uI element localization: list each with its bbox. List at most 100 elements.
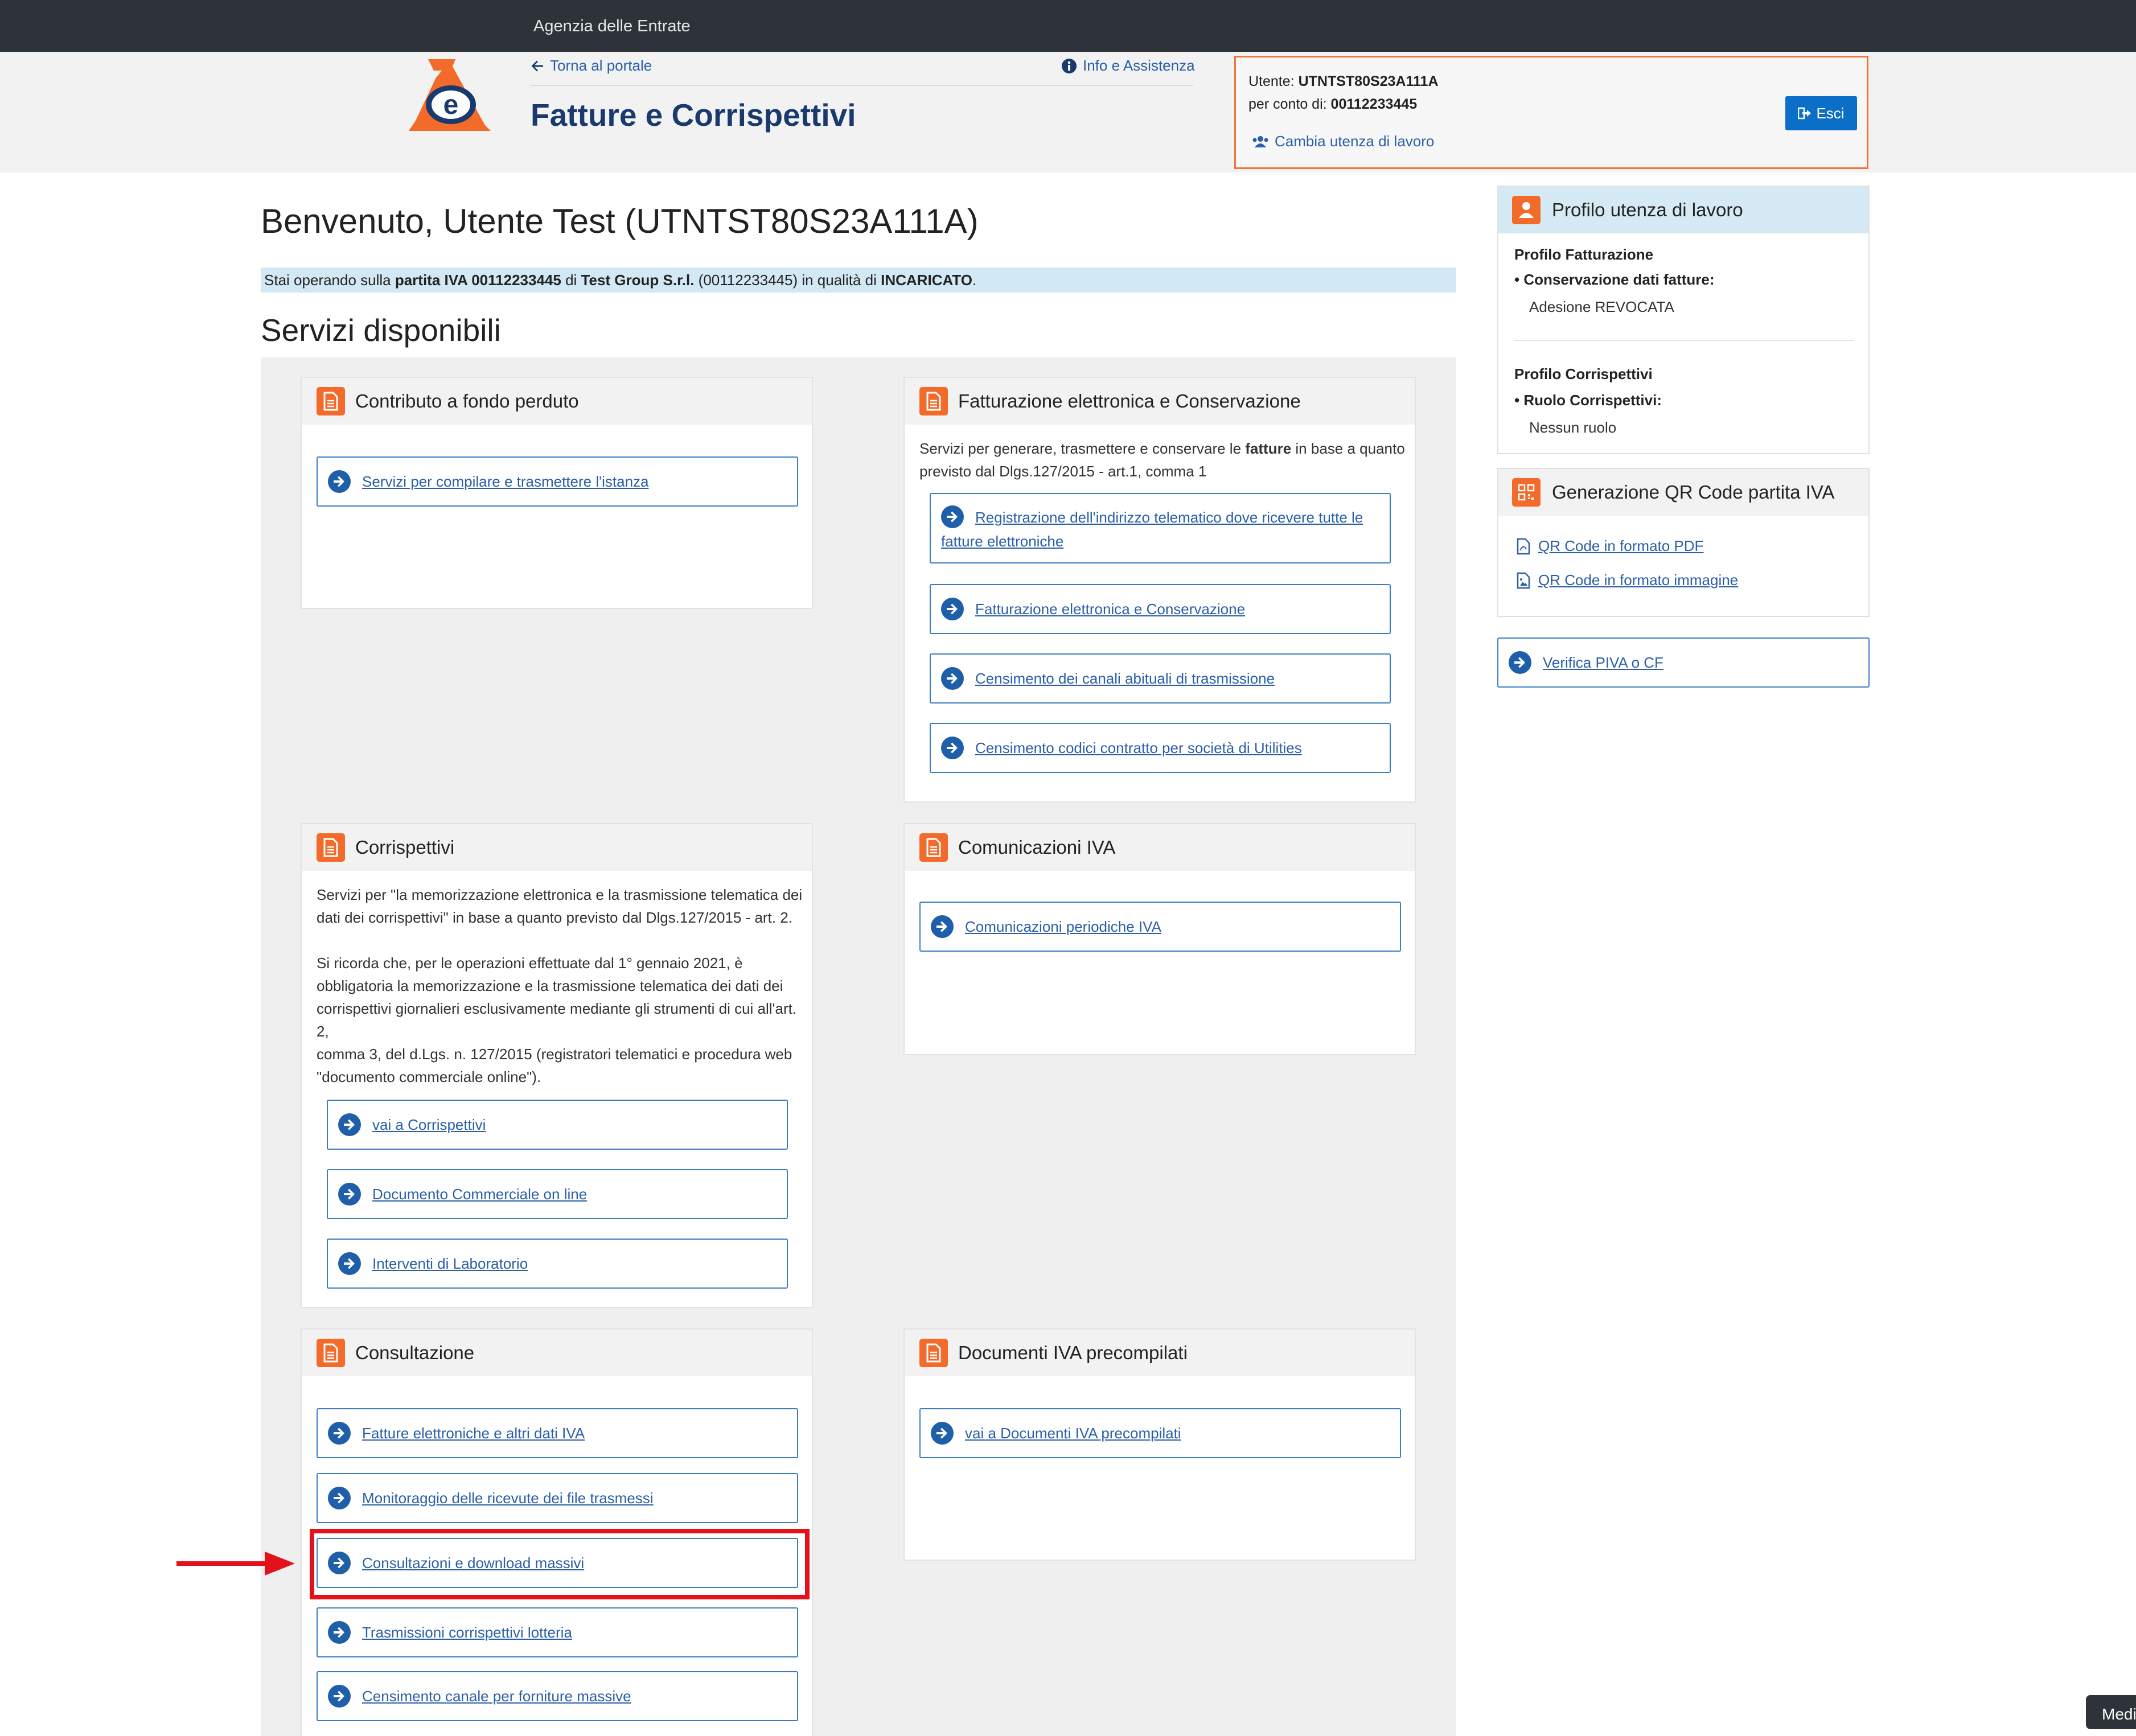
change-user-link[interactable]: Cambia utenza di lavoro bbox=[1252, 133, 1434, 150]
user-label: Utente: bbox=[1248, 73, 1295, 89]
services-heading: Servizi disponibili bbox=[261, 312, 501, 348]
link-censimento-codici[interactable]: Censimento codici contratto per società … bbox=[930, 723, 1391, 773]
circle-arrow-right-icon bbox=[328, 470, 351, 493]
profilo-fatturazione-label: Profilo Fatturazione bbox=[1514, 246, 1654, 263]
desc-line-1: Servizi per generare, trasmettere e cons… bbox=[919, 437, 1409, 460]
desc-line: dati dei corrispettivi" in base a quanto… bbox=[317, 909, 792, 926]
user-icon bbox=[1512, 196, 1541, 224]
link-servizi-istanza[interactable]: Servizi per compilare e trasmettere l'is… bbox=[317, 456, 798, 507]
link-comunicazioni-periodiche[interactable]: Comunicazioni periodiche IVA bbox=[919, 902, 1401, 952]
qr-card-title: Generazione QR Code partita IVA bbox=[1552, 482, 1835, 503]
link-label: Trasmissioni corrispettivi lotteria bbox=[362, 1624, 572, 1641]
ruolo-item: • Ruolo Corrispettivi: bbox=[1514, 392, 1662, 409]
desc-bold: fatture bbox=[1245, 440, 1292, 457]
qr-card-header: Generazione QR Code partita IVA bbox=[1498, 469, 1868, 516]
header-divider bbox=[531, 85, 1193, 86]
verify-piva-cf-button[interactable]: Verifica PIVA o CF bbox=[1497, 637, 1870, 688]
link-fatture-elettroniche[interactable]: Fatture elettroniche e altri dati IVA bbox=[317, 1408, 798, 1458]
circle-arrow-right-icon bbox=[1509, 651, 1531, 674]
circle-arrow-right-icon bbox=[338, 1113, 361, 1136]
qr-image-label: QR Code in formato immagine bbox=[1538, 571, 1739, 589]
logout-button[interactable]: Esci bbox=[1785, 96, 1857, 130]
document-icon bbox=[919, 833, 948, 862]
desc-line: Si ricorda che, per le operazioni effett… bbox=[317, 955, 743, 972]
info-assistance-link[interactable]: Info e Assistenza bbox=[1061, 57, 1195, 75]
arrow-left-icon bbox=[531, 60, 543, 71]
circle-arrow-right-icon bbox=[338, 1252, 361, 1275]
desc-line: comma 3, del d.Lgs. n. 127/2015 (registr… bbox=[317, 1046, 792, 1063]
op-vat: partita IVA 00112233445 bbox=[395, 271, 561, 289]
operating-info-bar: Stai operando sulla partita IVA 00112233… bbox=[261, 268, 1456, 293]
card-header: Fatturazione elettronica e Conservazione bbox=[905, 378, 1415, 425]
link-documento-commerciale[interactable]: Documento Commerciale on line bbox=[327, 1169, 788, 1219]
op-text-3: (00112233445) in qualità di bbox=[698, 271, 877, 289]
conservazione-value: Adesione REVOCATA bbox=[1529, 298, 1674, 315]
agency-name: Agenzia delle Entrate bbox=[533, 17, 691, 35]
conservazione-label: Conservazione dati fatture: bbox=[1523, 271, 1715, 288]
link-label: Documento Commerciale on line bbox=[372, 1186, 588, 1203]
link-trasmissioni-lotteria[interactable]: Trasmissioni corrispettivi lotteria bbox=[317, 1607, 798, 1657]
document-icon bbox=[919, 1339, 948, 1367]
back-to-portal-link[interactable]: Torna al portale bbox=[531, 57, 652, 75]
ruolo-label: Ruolo Corrispettivi: bbox=[1523, 392, 1662, 409]
link-censimento-canali[interactable]: Censimento dei canali abituali di trasmi… bbox=[930, 653, 1391, 704]
qr-image-link[interactable]: QR Code in formato immagine bbox=[1517, 571, 1738, 589]
link-censimento-canale-forniture[interactable]: Censimento canale per forniture massive bbox=[317, 1671, 798, 1721]
document-icon bbox=[317, 387, 345, 416]
card-comunicazioni-iva: Comunicazioni IVA Comunicazioni periodic… bbox=[903, 823, 1416, 1055]
on-behalf-label: per conto di: bbox=[1248, 96, 1327, 112]
card-fatturazione: Fatturazione elettronica e Conservazione… bbox=[903, 377, 1416, 803]
pdf-file-icon bbox=[1517, 538, 1530, 554]
red-arrow-annotation bbox=[176, 1552, 295, 1575]
profile-card-header: Profilo utenza di lavoro bbox=[1498, 187, 1868, 233]
back-link-label: Torna al portale bbox=[550, 57, 652, 74]
profile-card: Profilo utenza di lavoro Profilo Fattura… bbox=[1497, 186, 1870, 454]
qr-pdf-link[interactable]: QR Code in formato PDF bbox=[1517, 537, 1703, 555]
link-label: vai a Corrispettivi bbox=[372, 1116, 486, 1133]
card-header: Corrispettivi bbox=[302, 824, 812, 871]
link-label: Fatturazione elettronica e Conservazione bbox=[975, 600, 1246, 618]
link-label: Fatture elettroniche e altri dati IVA bbox=[362, 1425, 585, 1442]
card-documenti-iva: Documenti IVA precompilati vai a Documen… bbox=[903, 1328, 1416, 1561]
svg-text:e: e bbox=[443, 90, 459, 120]
link-documenti-precompilati[interactable]: vai a Documenti IVA precompilati bbox=[919, 1408, 1401, 1458]
link-label: Censimento canale per forniture massive bbox=[362, 1688, 631, 1705]
circle-arrow-right-icon bbox=[931, 1422, 954, 1445]
desc-part: in base a quanto bbox=[1295, 440, 1405, 457]
profile-card-title: Profilo utenza di lavoro bbox=[1552, 199, 1743, 220]
qr-pdf-label: QR Code in formato PDF bbox=[1538, 537, 1704, 554]
qr-code-icon bbox=[1512, 478, 1541, 507]
link-label: Censimento dei canali abituali di trasmi… bbox=[975, 670, 1275, 687]
card-title: Corrispettivi bbox=[355, 837, 455, 858]
circle-arrow-right-icon bbox=[338, 1183, 361, 1206]
link-interventi-laboratorio[interactable]: Interventi di Laboratorio bbox=[327, 1239, 788, 1289]
op-text-1: Stai operando sulla bbox=[264, 271, 391, 289]
card-title: Consultazione bbox=[355, 1342, 475, 1363]
card-corrispettivi: Corrispettivi Servizi per "la memorizzaz… bbox=[301, 823, 813, 1308]
card-title: Contributo a fondo perduto bbox=[355, 390, 579, 412]
card-title: Documenti IVA precompilati bbox=[958, 1342, 1188, 1363]
link-label: vai a Documenti IVA precompilati bbox=[965, 1425, 1181, 1442]
card-title: Comunicazioni IVA bbox=[958, 837, 1116, 858]
card-description: Servizi per "la memorizzazione elettroni… bbox=[317, 883, 806, 1088]
link-label: Interventi di Laboratorio bbox=[372, 1255, 528, 1272]
circle-arrow-right-icon bbox=[328, 1621, 351, 1644]
info-circle-icon bbox=[1062, 58, 1077, 73]
agency-logo: e bbox=[409, 59, 491, 131]
logout-label: Esci bbox=[1816, 104, 1845, 122]
link-vai-corrispettivi[interactable]: vai a Corrispettivi bbox=[327, 1100, 788, 1150]
desc-part: Servizi per generare, trasmettere e cons… bbox=[919, 440, 1242, 457]
user-line: Utente: UTNTST80S23A111A bbox=[1248, 73, 1439, 90]
chat-tab[interactable]: Medi bbox=[2086, 1695, 2136, 1729]
link-fatturazione-conservazione[interactable]: Fatturazione elettronica e Conservazione bbox=[930, 584, 1391, 634]
desc-line: obbligatoria la memorizzazione e la tras… bbox=[317, 977, 783, 994]
image-file-icon bbox=[1517, 572, 1530, 589]
link-label: Censimento codici contratto per società … bbox=[975, 739, 1302, 756]
link-monitoraggio-ricevute[interactable]: Monitoraggio delle ricevute dei file tra… bbox=[317, 1473, 798, 1523]
on-behalf-line: per conto di: 00112233445 bbox=[1248, 96, 1417, 113]
circle-arrow-right-icon bbox=[931, 915, 954, 938]
link-label-line-2[interactable]: fatture elettroniche bbox=[941, 528, 1063, 554]
top-bar: Agenzia delle Entrate bbox=[0, 0, 2136, 52]
profilo-corrispettivi-label: Profilo Corrispettivi bbox=[1514, 365, 1653, 382]
on-behalf-id: 00112233445 bbox=[1330, 96, 1418, 112]
